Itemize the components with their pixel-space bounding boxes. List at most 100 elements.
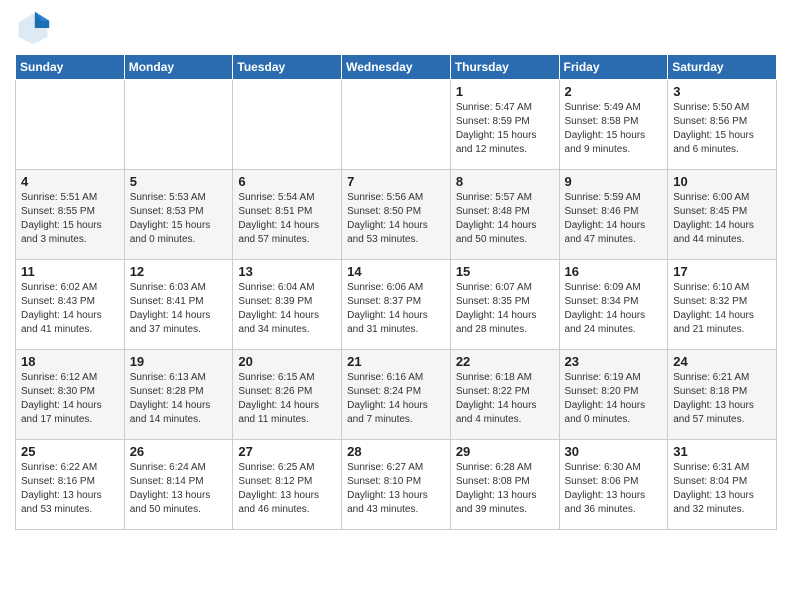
day-info: Sunrise: 6:18 AM Sunset: 8:22 PM Dayligh…: [456, 371, 554, 427]
day-info: Sunrise: 6:19 AM Sunset: 8:20 PM Dayligh…: [565, 371, 663, 427]
page: SundayMondayTuesdayWednesdayThursdayFrid…: [0, 0, 792, 540]
day-cell: [124, 80, 233, 170]
day-number: 2: [565, 84, 663, 99]
day-cell: 8 Sunrise: 5:57 AM Sunset: 8:48 PM Daylig…: [450, 170, 559, 260]
day-cell: [342, 80, 451, 170]
day-header-tuesday: Tuesday: [233, 55, 342, 80]
day-cell: 27Sunrise: 6:25 AM Sunset: 8:12 PM Dayli…: [233, 440, 342, 530]
day-number: 1: [456, 84, 554, 99]
header: [15, 10, 777, 46]
day-cell: 7Sunrise: 5:56 AM Sunset: 8:50 PM Daylig…: [342, 170, 451, 260]
day-cell: 1 Sunrise: 5:47 AM Sunset: 8:59 PM Daylig…: [450, 80, 559, 170]
day-info: Sunrise: 6:21 AM Sunset: 8:18 PM Dayligh…: [673, 371, 771, 427]
day-info: Sunrise: 5:50 AM Sunset: 8:56 PM Dayligh…: [673, 101, 771, 157]
day-cell: 18 Sunrise: 6:12 AM Sunset: 8:30 PM Dayli…: [16, 350, 125, 440]
logo-icon: [15, 10, 51, 46]
week-row-4: 18 Sunrise: 6:12 AM Sunset: 8:30 PM Dayli…: [16, 350, 777, 440]
day-info: Sunrise: 6:16 AM Sunset: 8:24 PM Dayligh…: [347, 371, 445, 427]
day-number: 25: [21, 444, 119, 459]
day-info: Sunrise: 5:59 AM Sunset: 8:46 PM Dayligh…: [565, 191, 663, 247]
day-cell: 28Sunrise: 6:27 AM Sunset: 8:10 PM Dayli…: [342, 440, 451, 530]
day-cell: 4 Sunrise: 5:51 AM Sunset: 8:55 PM Daylig…: [16, 170, 125, 260]
day-header-friday: Friday: [559, 55, 668, 80]
day-number: 14: [347, 264, 445, 279]
day-info: Sunrise: 6:00 AM Sunset: 8:45 PM Dayligh…: [673, 191, 771, 247]
day-info: Sunrise: 6:02 AM Sunset: 8:43 PM Dayligh…: [21, 281, 119, 337]
day-number: 15: [456, 264, 554, 279]
day-number: 6: [238, 174, 336, 189]
day-number: 9: [565, 174, 663, 189]
day-info: Sunrise: 5:51 AM Sunset: 8:55 PM Dayligh…: [21, 191, 119, 247]
day-cell: 22 Sunrise: 6:18 AM Sunset: 8:22 PM Dayli…: [450, 350, 559, 440]
day-info: Sunrise: 5:49 AM Sunset: 8:58 PM Dayligh…: [565, 101, 663, 157]
day-cell: 17 Sunrise: 6:10 AM Sunset: 8:32 PM Dayli…: [668, 260, 777, 350]
day-cell: 25 Sunrise: 6:22 AM Sunset: 8:16 PM Dayli…: [16, 440, 125, 530]
day-cell: 15 Sunrise: 6:07 AM Sunset: 8:35 PM Dayli…: [450, 260, 559, 350]
day-number: 8: [456, 174, 554, 189]
day-number: 19: [130, 354, 228, 369]
day-number: 12: [130, 264, 228, 279]
day-number: 28: [347, 444, 445, 459]
day-info: Sunrise: 5:53 AM Sunset: 8:53 PM Dayligh…: [130, 191, 228, 247]
day-number: 13: [238, 264, 336, 279]
day-info: Sunrise: 6:24 AM Sunset: 8:14 PM Dayligh…: [130, 461, 228, 517]
day-number: 17: [673, 264, 771, 279]
day-header-wednesday: Wednesday: [342, 55, 451, 80]
header-row: SundayMondayTuesdayWednesdayThursdayFrid…: [16, 55, 777, 80]
day-number: 5: [130, 174, 228, 189]
day-header-saturday: Saturday: [668, 55, 777, 80]
day-number: 26: [130, 444, 228, 459]
day-info: Sunrise: 6:22 AM Sunset: 8:16 PM Dayligh…: [21, 461, 119, 517]
week-row-2: 4 Sunrise: 5:51 AM Sunset: 8:55 PM Daylig…: [16, 170, 777, 260]
day-info: Sunrise: 5:54 AM Sunset: 8:51 PM Dayligh…: [238, 191, 336, 247]
day-number: 18: [21, 354, 119, 369]
day-info: Sunrise: 6:07 AM Sunset: 8:35 PM Dayligh…: [456, 281, 554, 337]
day-info: Sunrise: 6:10 AM Sunset: 8:32 PM Dayligh…: [673, 281, 771, 337]
day-cell: 5 Sunrise: 5:53 AM Sunset: 8:53 PM Daylig…: [124, 170, 233, 260]
day-cell: 14 Sunrise: 6:06 AM Sunset: 8:37 PM Dayli…: [342, 260, 451, 350]
day-cell: 26 Sunrise: 6:24 AM Sunset: 8:14 PM Dayli…: [124, 440, 233, 530]
day-header-thursday: Thursday: [450, 55, 559, 80]
day-info: Sunrise: 6:15 AM Sunset: 8:26 PM Dayligh…: [238, 371, 336, 427]
day-cell: 10 Sunrise: 6:00 AM Sunset: 8:45 PM Dayli…: [668, 170, 777, 260]
day-number: 20: [238, 354, 336, 369]
day-cell: 29 Sunrise: 6:28 AM Sunset: 8:08 PM Dayli…: [450, 440, 559, 530]
day-cell: 31Sunrise: 6:31 AM Sunset: 8:04 PM Dayli…: [668, 440, 777, 530]
day-cell: 24 Sunrise: 6:21 AM Sunset: 8:18 PM Dayli…: [668, 350, 777, 440]
day-cell: 12Sunrise: 6:03 AM Sunset: 8:41 PM Dayli…: [124, 260, 233, 350]
day-cell: 16Sunrise: 6:09 AM Sunset: 8:34 PM Dayli…: [559, 260, 668, 350]
day-number: 3: [673, 84, 771, 99]
day-cell: 2 Sunrise: 5:49 AM Sunset: 8:58 PM Daylig…: [559, 80, 668, 170]
day-cell: 11Sunrise: 6:02 AM Sunset: 8:43 PM Dayli…: [16, 260, 125, 350]
day-info: Sunrise: 6:13 AM Sunset: 8:28 PM Dayligh…: [130, 371, 228, 427]
day-info: Sunrise: 5:47 AM Sunset: 8:59 PM Dayligh…: [456, 101, 554, 157]
day-number: 24: [673, 354, 771, 369]
day-info: Sunrise: 6:31 AM Sunset: 8:04 PM Dayligh…: [673, 461, 771, 517]
day-number: 4: [21, 174, 119, 189]
day-number: 22: [456, 354, 554, 369]
day-cell: 3 Sunrise: 5:50 AM Sunset: 8:56 PM Daylig…: [668, 80, 777, 170]
day-info: Sunrise: 6:04 AM Sunset: 8:39 PM Dayligh…: [238, 281, 336, 337]
week-row-1: 1 Sunrise: 5:47 AM Sunset: 8:59 PM Daylig…: [16, 80, 777, 170]
day-number: 27: [238, 444, 336, 459]
logo: [15, 10, 55, 46]
day-info: Sunrise: 6:12 AM Sunset: 8:30 PM Dayligh…: [21, 371, 119, 427]
day-number: 30: [565, 444, 663, 459]
day-number: 29: [456, 444, 554, 459]
day-info: Sunrise: 6:06 AM Sunset: 8:37 PM Dayligh…: [347, 281, 445, 337]
day-number: 10: [673, 174, 771, 189]
day-info: Sunrise: 6:28 AM Sunset: 8:08 PM Dayligh…: [456, 461, 554, 517]
day-info: Sunrise: 5:57 AM Sunset: 8:48 PM Dayligh…: [456, 191, 554, 247]
week-row-5: 25 Sunrise: 6:22 AM Sunset: 8:16 PM Dayli…: [16, 440, 777, 530]
day-cell: 13 Sunrise: 6:04 AM Sunset: 8:39 PM Dayli…: [233, 260, 342, 350]
day-header-sunday: Sunday: [16, 55, 125, 80]
day-header-monday: Monday: [124, 55, 233, 80]
day-cell: 30 Sunrise: 6:30 AM Sunset: 8:06 PM Dayli…: [559, 440, 668, 530]
day-cell: 23 Sunrise: 6:19 AM Sunset: 8:20 PM Dayli…: [559, 350, 668, 440]
day-cell: 20 Sunrise: 6:15 AM Sunset: 8:26 PM Dayli…: [233, 350, 342, 440]
day-cell: [16, 80, 125, 170]
day-info: Sunrise: 5:56 AM Sunset: 8:50 PM Dayligh…: [347, 191, 445, 247]
day-info: Sunrise: 6:30 AM Sunset: 8:06 PM Dayligh…: [565, 461, 663, 517]
day-number: 23: [565, 354, 663, 369]
day-cell: 21Sunrise: 6:16 AM Sunset: 8:24 PM Dayli…: [342, 350, 451, 440]
